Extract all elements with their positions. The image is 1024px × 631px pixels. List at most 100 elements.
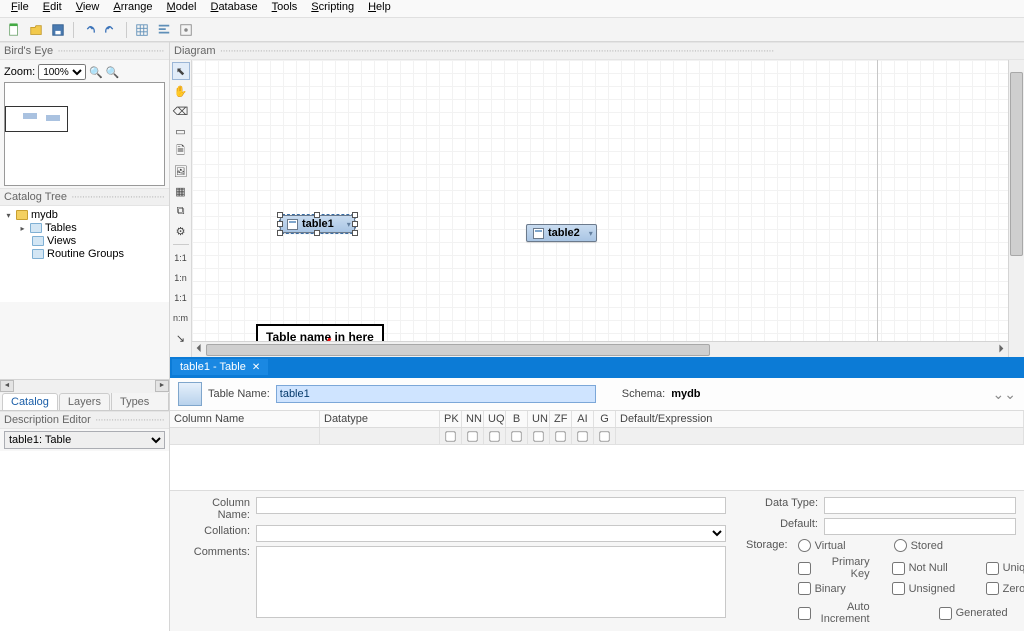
- col-header-g[interactable]: G: [594, 411, 616, 427]
- zoom-select[interactable]: 100%: [38, 64, 86, 80]
- menu-arrange[interactable]: Arrange: [106, 0, 159, 17]
- flag-nn[interactable]: Not Null: [892, 556, 970, 580]
- expander-icon[interactable]: ▸: [18, 224, 27, 233]
- rel-1-1b-icon[interactable]: 1:1: [172, 289, 190, 307]
- zf-checkbox[interactable]: [555, 431, 565, 441]
- tree-node-routine-groups[interactable]: Routine Groups: [4, 248, 165, 261]
- col-header-uq[interactable]: UQ: [484, 411, 506, 427]
- menu-database[interactable]: Database: [203, 0, 264, 17]
- menu-scripting[interactable]: Scripting: [304, 0, 361, 17]
- chevron-down-icon[interactable]: ▾: [347, 220, 351, 229]
- menu-model[interactable]: Model: [160, 0, 204, 17]
- g-checkbox[interactable]: [599, 431, 609, 441]
- open-file-icon[interactable]: [26, 20, 46, 40]
- diagram-table-table2[interactable]: table2 ▾: [526, 224, 597, 242]
- tree-node-tables[interactable]: ▸ Tables: [4, 222, 165, 235]
- detail-default-input[interactable]: [824, 518, 1016, 535]
- detail-datatype-input[interactable]: [824, 497, 1016, 514]
- minimap[interactable]: [4, 82, 165, 186]
- folder-icon: [30, 223, 42, 233]
- table-label: table1: [302, 218, 334, 230]
- rel-n-m-icon[interactable]: n:m: [172, 309, 190, 327]
- col-header-ai[interactable]: AI: [572, 411, 594, 427]
- detail-colname-input[interactable]: [256, 497, 726, 514]
- tree-node-mydb[interactable]: ▾ mydb: [4, 209, 165, 222]
- tree-hscroll[interactable]: ◄►: [0, 379, 169, 393]
- nn-checkbox[interactable]: [467, 431, 477, 441]
- flag-bin[interactable]: Binary: [798, 582, 876, 595]
- col-header-datatype[interactable]: Datatype: [320, 411, 440, 427]
- table-tool-icon[interactable]: ▦: [172, 182, 190, 200]
- col-header-name[interactable]: Column Name: [170, 411, 320, 427]
- rel-1-n-icon[interactable]: 1:n: [172, 269, 190, 287]
- save-icon[interactable]: [48, 20, 68, 40]
- menu-view[interactable]: View: [69, 0, 107, 17]
- col-header-un[interactable]: UN: [528, 411, 550, 427]
- hand-tool-icon[interactable]: ✋: [172, 82, 190, 100]
- catalog-tree-title: Catalog Tree····························…: [0, 188, 169, 206]
- flag-un[interactable]: Unsigned: [892, 582, 970, 595]
- pk-checkbox[interactable]: [445, 431, 455, 441]
- flag-pk[interactable]: Primary Key: [798, 556, 876, 580]
- columns-grid-body[interactable]: [170, 445, 1024, 491]
- tool-palette: ⬉ ✋ ⌫ ▭ 🗎 🖼 ▦ ⧉ ⚙ 1:1 1:n 1:1 n:m ↘: [170, 60, 192, 357]
- col-header-b[interactable]: B: [506, 411, 528, 427]
- zoom-out-icon[interactable]: 🔍: [106, 66, 120, 79]
- view-tool-icon[interactable]: ⧉: [172, 202, 190, 220]
- folder-icon: [32, 236, 44, 246]
- b-checkbox[interactable]: [511, 431, 521, 441]
- menu-edit[interactable]: Edit: [36, 0, 69, 17]
- flag-ai[interactable]: Auto Increment: [798, 601, 876, 625]
- birds-eye-panel: Zoom: 100% 🔍 🔍: [0, 60, 169, 188]
- diagram-table-table1[interactable]: table1 ▾: [280, 215, 355, 233]
- undo-icon[interactable]: [79, 20, 99, 40]
- settings-icon[interactable]: [176, 20, 196, 40]
- uq-checkbox[interactable]: [489, 431, 499, 441]
- grid-icon[interactable]: [132, 20, 152, 40]
- eraser-tool-icon[interactable]: ⌫: [172, 102, 190, 120]
- zoom-in-icon[interactable]: 🔍: [89, 66, 103, 79]
- description-object-select[interactable]: table1: Table: [4, 431, 165, 449]
- menu-file[interactable]: File: [4, 0, 36, 17]
- menu-tools[interactable]: Tools: [265, 0, 305, 17]
- menu-help[interactable]: Help: [361, 0, 398, 17]
- tab-layers[interactable]: Layers: [59, 393, 110, 410]
- col-header-default[interactable]: Default/Expression: [616, 411, 1024, 427]
- col-header-pk[interactable]: PK: [440, 411, 462, 427]
- flag-gen[interactable]: Generated: [939, 601, 1017, 625]
- close-icon[interactable]: ✕: [252, 362, 260, 373]
- storage-stored-radio[interactable]: Stored: [894, 539, 972, 552]
- expander-icon[interactable]: ▾: [4, 211, 13, 220]
- diagram-canvas[interactable]: table1 ▾ table2 ▾: [192, 60, 1024, 357]
- new-file-icon[interactable]: [4, 20, 24, 40]
- flag-uq[interactable]: Unique: [986, 556, 1024, 580]
- ai-checkbox[interactable]: [577, 431, 587, 441]
- flag-zf[interactable]: Zero Fill: [986, 582, 1024, 595]
- un-checkbox[interactable]: [533, 431, 543, 441]
- note-tool-icon[interactable]: 🗎: [172, 142, 190, 160]
- detail-comments-input[interactable]: [256, 546, 726, 618]
- col-header-zf[interactable]: ZF: [550, 411, 572, 427]
- tablename-input[interactable]: [276, 385, 596, 403]
- col-header-nn[interactable]: NN: [462, 411, 484, 427]
- rel-existing-icon[interactable]: ↘: [172, 329, 190, 347]
- rel-1-1-icon[interactable]: 1:1: [172, 249, 190, 267]
- schema-label: Schema:: [622, 388, 665, 400]
- canvas-vscroll[interactable]: [1008, 60, 1024, 357]
- pointer-tool-icon[interactable]: ⬉: [172, 62, 190, 80]
- editor-tab-table1[interactable]: table1 - Table✕: [172, 359, 268, 375]
- chevron-down-icon[interactable]: ▾: [589, 229, 593, 238]
- storage-virtual-radio[interactable]: Virtual: [798, 539, 876, 552]
- layer-tool-icon[interactable]: ▭: [172, 122, 190, 140]
- align-icon[interactable]: [154, 20, 174, 40]
- expand-icon[interactable]: ⌄⌄: [993, 386, 1016, 403]
- routine-tool-icon[interactable]: ⚙: [172, 222, 190, 240]
- canvas-hscroll[interactable]: ⏴ ⏵: [192, 341, 1008, 357]
- tab-catalog[interactable]: Catalog: [2, 393, 58, 410]
- image-tool-icon[interactable]: 🖼: [172, 162, 190, 180]
- description-editor-title: Description Editor······················…: [0, 411, 169, 429]
- detail-storage-label: Storage:: [746, 539, 794, 551]
- detail-collation-select[interactable]: [256, 525, 726, 542]
- tree-node-views[interactable]: Views: [4, 235, 165, 248]
- redo-icon[interactable]: [101, 20, 121, 40]
